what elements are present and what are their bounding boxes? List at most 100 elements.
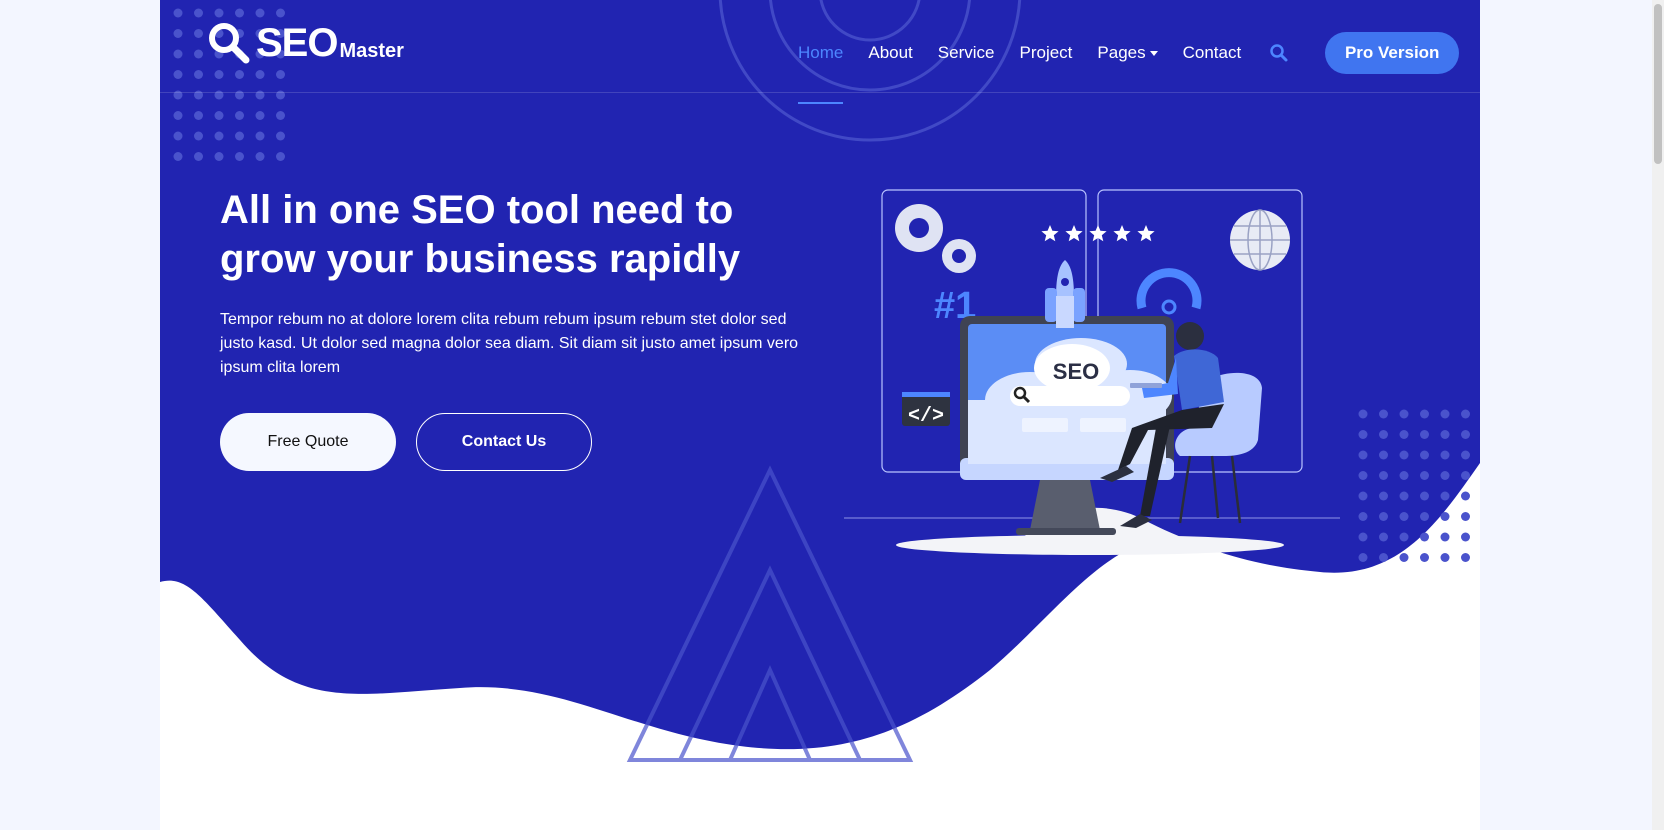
brand-logo[interactable]: SEO Master	[206, 20, 404, 66]
magnifier-logo-icon	[209, 23, 250, 64]
page-scrollbar[interactable]	[1652, 0, 1664, 830]
decorative-dot	[276, 111, 285, 120]
decorative-dot	[194, 152, 203, 161]
decorative-dot	[1358, 532, 1368, 542]
decorative-dot	[1420, 430, 1429, 439]
nav-contact[interactable]: Contact	[1183, 43, 1242, 63]
decorative-dot	[1420, 450, 1429, 460]
decorative-dot	[1358, 409, 1368, 419]
decorative-dot	[214, 152, 224, 161]
main-nav: Home About Service Project Pages Contact…	[798, 32, 1460, 104]
page-container: SEO Master Home About Service Project Pa…	[160, 0, 1480, 830]
decorative-dot	[1440, 532, 1450, 542]
decorative-dot	[1379, 471, 1388, 480]
nav-pages-label: Pages	[1097, 43, 1146, 62]
decorative-dot	[1399, 553, 1409, 562]
decorative-dot	[173, 152, 183, 161]
nav-home[interactable]: Home	[798, 43, 844, 104]
search-icon[interactable]	[1269, 43, 1289, 63]
star-icon	[1137, 225, 1155, 242]
decorative-dot	[173, 131, 183, 141]
decorative-dot	[1399, 450, 1409, 460]
decorative-dot	[1440, 491, 1450, 501]
decorative-dot	[1399, 430, 1409, 439]
decorative-dot	[1379, 430, 1388, 439]
decorative-dot	[214, 131, 224, 141]
decorative-dot	[1420, 512, 1429, 521]
decorative-dot	[1399, 409, 1409, 419]
decorative-dot	[1358, 491, 1368, 501]
decorative-dot	[1420, 491, 1429, 501]
caret-down-icon	[1149, 51, 1158, 57]
navbar: SEO Master Home About Service Project Pa…	[160, 0, 1480, 104]
decorative-dot	[255, 152, 265, 161]
nav-pages-dropdown[interactable]: Pages	[1097, 43, 1158, 63]
decorative-dot	[1358, 553, 1368, 562]
decorative-dot	[1358, 430, 1368, 439]
hero-description: Tempor rebum no at dolore lorem clita re…	[220, 311, 799, 376]
decorative-dot	[255, 131, 265, 141]
decorative-dot	[1461, 409, 1470, 419]
decorative-dot	[1440, 430, 1450, 439]
globe-icon	[1230, 209, 1290, 271]
decorative-dot	[1399, 532, 1409, 542]
screen-seo-label: SEO	[1053, 359, 1099, 384]
scrollbar-thumb[interactable]	[1654, 4, 1662, 164]
decorative-dot	[235, 111, 244, 120]
decorative-dot	[1399, 471, 1409, 480]
gear-icon	[895, 204, 976, 273]
decorative-dot	[1358, 512, 1368, 521]
seo-illustration: #1 SEO </>	[844, 189, 1340, 555]
nav-about[interactable]: About	[868, 43, 912, 63]
decorative-dot	[1379, 553, 1388, 562]
nav-service[interactable]: Service	[938, 43, 995, 63]
contact-us-button[interactable]: Contact Us	[416, 413, 592, 471]
monitor-stand	[1030, 480, 1100, 530]
decorative-dot	[1461, 491, 1470, 501]
decorative-dot	[1440, 553, 1450, 562]
decorative-dot	[276, 152, 285, 161]
decorative-dot	[1440, 512, 1450, 521]
free-quote-button[interactable]: Free Quote	[220, 413, 396, 471]
brand-name: SEO	[256, 21, 338, 65]
star-icon	[1065, 225, 1083, 242]
decorative-dot	[276, 131, 285, 141]
decorative-dot	[1399, 491, 1409, 501]
rocket-icon	[1045, 260, 1085, 328]
decorative-dot	[1420, 471, 1429, 480]
decorative-dot	[235, 131, 244, 141]
decorative-dot	[1379, 409, 1388, 419]
decorative-dot	[1379, 491, 1388, 501]
svg-text:</>: </>	[908, 405, 944, 428]
decorative-dot	[173, 111, 183, 120]
decorative-dot	[1461, 553, 1470, 562]
decorative-dot	[1358, 450, 1368, 460]
decorative-dot	[235, 152, 244, 161]
decorative-dot	[1440, 450, 1450, 460]
decorative-dot	[194, 111, 203, 120]
decorative-dot	[1420, 532, 1429, 542]
decorative-dot	[255, 111, 265, 120]
brand-subname: Master	[339, 40, 404, 62]
decorative-dot	[194, 131, 203, 141]
decorative-dot	[1461, 450, 1470, 460]
decorative-dot	[1379, 532, 1388, 542]
decorative-dot	[1399, 512, 1409, 521]
pro-version-button[interactable]: Pro Version	[1325, 32, 1460, 74]
decorative-dot	[1461, 512, 1470, 521]
decorative-dot	[1440, 409, 1450, 419]
decorative-dot	[1379, 512, 1388, 521]
decorative-dot	[1461, 471, 1470, 480]
star-icon	[1041, 225, 1059, 242]
decorative-dot	[1440, 471, 1450, 480]
hero-title: All in one SEO tool need to grow your bu…	[220, 188, 741, 281]
decorative-dot	[1379, 450, 1388, 460]
decorative-dot	[1461, 532, 1470, 542]
decorative-dot	[1420, 553, 1429, 562]
decorative-dot	[1420, 409, 1429, 419]
star-icon	[1113, 225, 1131, 242]
decorative-dot	[1358, 471, 1368, 480]
nav-project[interactable]: Project	[1019, 43, 1072, 63]
decorative-dot	[214, 111, 224, 120]
hero-actions: Free Quote Contact Us	[220, 413, 592, 471]
